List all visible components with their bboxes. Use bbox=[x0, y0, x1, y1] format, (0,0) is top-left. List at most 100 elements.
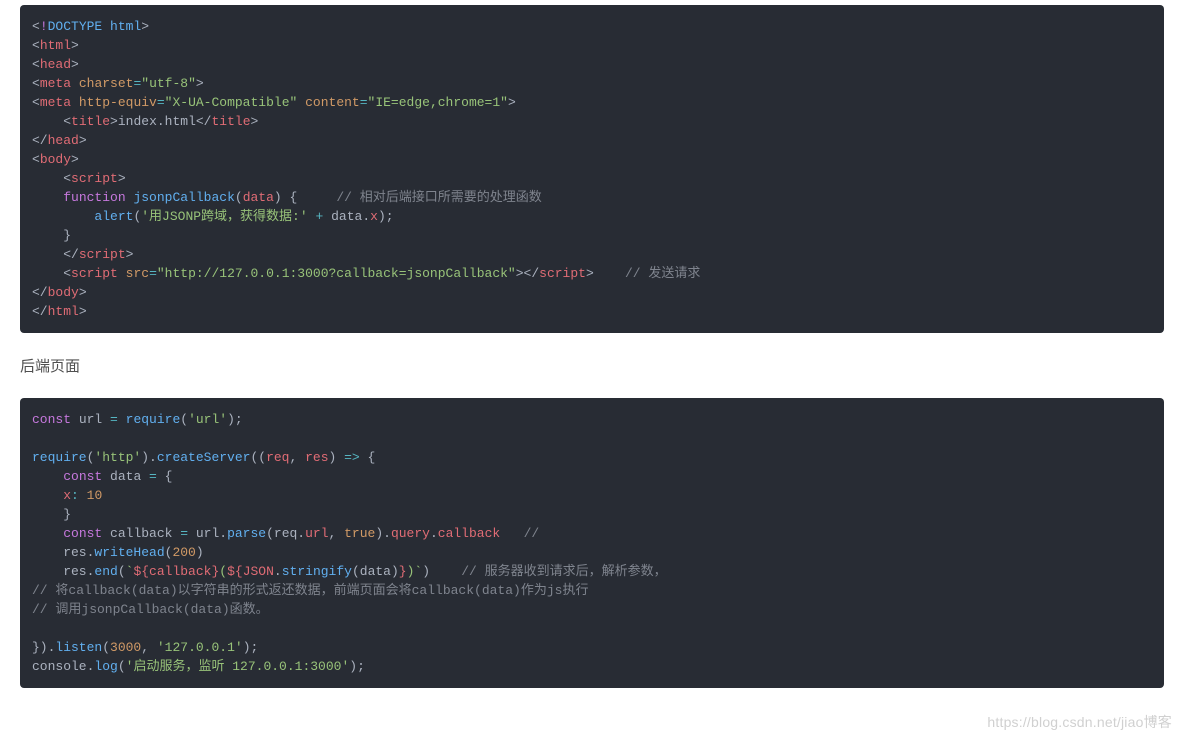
code-token: = bbox=[360, 95, 368, 110]
code-token: > bbox=[126, 247, 134, 262]
code-line: console.log('启动服务，监听 127.0.0.1:3000'); bbox=[32, 657, 1152, 676]
code-token: jsonpCallback bbox=[133, 190, 234, 205]
code-token: < bbox=[63, 114, 71, 129]
code-token: 'url' bbox=[188, 412, 227, 427]
code-token: 200 bbox=[172, 545, 195, 560]
code-block-backend: const url = require('url'); require('htt… bbox=[20, 398, 1164, 688]
code-token: src bbox=[126, 266, 149, 281]
code-token: } bbox=[32, 507, 71, 522]
code-token: require bbox=[32, 450, 87, 465]
code-token: true bbox=[344, 526, 375, 541]
code-token: http-equiv bbox=[79, 95, 157, 110]
code-line bbox=[32, 429, 1152, 448]
code-token: ( bbox=[180, 412, 188, 427]
code-token: res. bbox=[32, 564, 94, 579]
code-line: const url = require('url'); bbox=[32, 410, 1152, 429]
code-token: // 调用jsonpCallback(data)函数。 bbox=[32, 602, 269, 617]
code-token: "IE=edge,chrome=1" bbox=[368, 95, 508, 110]
code-line: } bbox=[32, 505, 1152, 524]
code-line bbox=[32, 619, 1152, 638]
code-token: (req. bbox=[266, 526, 305, 541]
code-token bbox=[297, 95, 305, 110]
code-token: res. bbox=[32, 545, 94, 560]
code-token: parse bbox=[227, 526, 266, 541]
code-token: = bbox=[157, 95, 165, 110]
code-line: </head> bbox=[32, 131, 1152, 150]
code-token: listen bbox=[55, 640, 102, 655]
code-token: { bbox=[360, 450, 376, 465]
code-token: data bbox=[102, 469, 149, 484]
code-line: <title>index.html</title> bbox=[32, 112, 1152, 131]
code-line: } bbox=[32, 226, 1152, 245]
code-token: , bbox=[141, 640, 157, 655]
code-token: script bbox=[71, 171, 118, 186]
code-token: ) bbox=[391, 564, 399, 579]
code-line: // 将callback(data)以字符串的形式返还数据，前端页面会将call… bbox=[32, 581, 1152, 600]
code-token: const bbox=[63, 526, 102, 541]
code-token: html bbox=[48, 304, 79, 319]
code-token: end bbox=[94, 564, 117, 579]
code-token: charset bbox=[79, 76, 134, 91]
code-token: , bbox=[289, 450, 305, 465]
code-token: ); bbox=[378, 209, 394, 224]
code-line: <body> bbox=[32, 150, 1152, 169]
code-token: ( bbox=[102, 640, 110, 655]
code-token: const bbox=[63, 469, 102, 484]
code-token: '用JSONP跨域，获得数据:' bbox=[141, 209, 307, 224]
code-token bbox=[32, 209, 94, 224]
code-token: > bbox=[110, 114, 118, 129]
code-token: meta bbox=[40, 95, 71, 110]
code-token: </ bbox=[32, 133, 48, 148]
code-token: '启动服务，监听 127.0.0.1:3000' bbox=[126, 659, 350, 674]
code-token: url bbox=[71, 412, 110, 427]
code-token bbox=[79, 488, 87, 503]
code-token: > bbox=[196, 76, 204, 91]
code-token: = bbox=[149, 266, 157, 281]
code-token: } bbox=[399, 564, 407, 579]
code-token: ) bbox=[196, 545, 204, 560]
code-token: < bbox=[32, 19, 40, 34]
code-token: > bbox=[71, 152, 79, 167]
code-token: )` bbox=[407, 564, 423, 579]
code-line: <head> bbox=[32, 55, 1152, 74]
code-token: head bbox=[48, 133, 79, 148]
code-token: callback bbox=[438, 526, 500, 541]
watermark-text: https://blog.csdn.net/jiao博客 bbox=[987, 712, 1172, 732]
code-line: </html> bbox=[32, 302, 1152, 321]
code-token: meta bbox=[40, 76, 71, 91]
code-token bbox=[71, 95, 79, 110]
code-token: ( bbox=[235, 190, 243, 205]
code-line: res.end(`${callback}(${JSON.stringify(da… bbox=[32, 562, 1152, 581]
code-token: script bbox=[79, 247, 126, 262]
code-token bbox=[118, 266, 126, 281]
code-token bbox=[32, 488, 63, 503]
code-line: res.writeHead(200) bbox=[32, 543, 1152, 562]
code-token: JSON bbox=[243, 564, 274, 579]
code-token: ). bbox=[141, 450, 157, 465]
code-token: ( bbox=[219, 564, 227, 579]
code-token bbox=[118, 412, 126, 427]
code-token: < bbox=[32, 152, 40, 167]
code-token: > bbox=[79, 285, 87, 300]
code-token: ) bbox=[422, 564, 461, 579]
code-token: { bbox=[157, 469, 173, 484]
code-token: console. bbox=[32, 659, 94, 674]
code-token: body bbox=[40, 152, 71, 167]
code-token: . bbox=[430, 526, 438, 541]
code-token bbox=[32, 171, 63, 186]
code-line: // 调用jsonpCallback(data)函数。 bbox=[32, 600, 1152, 619]
code-line: alert('用JSONP跨域，获得数据:' + data.x); bbox=[32, 207, 1152, 226]
code-token: ); bbox=[227, 412, 243, 427]
code-token: ) { bbox=[274, 190, 336, 205]
code-token: > bbox=[586, 266, 594, 281]
code-token: > bbox=[71, 57, 79, 72]
code-token: > bbox=[251, 114, 259, 129]
code-token: body bbox=[48, 285, 79, 300]
code-token bbox=[32, 190, 63, 205]
code-token: < bbox=[32, 38, 40, 53]
code-line: <!DOCTYPE html> bbox=[32, 17, 1152, 36]
code-token: html bbox=[40, 38, 71, 53]
code-token: "http://127.0.0.1:3000?callback=jsonpCal… bbox=[157, 266, 516, 281]
code-token: (( bbox=[250, 450, 266, 465]
code-token: ${callback} bbox=[133, 564, 219, 579]
